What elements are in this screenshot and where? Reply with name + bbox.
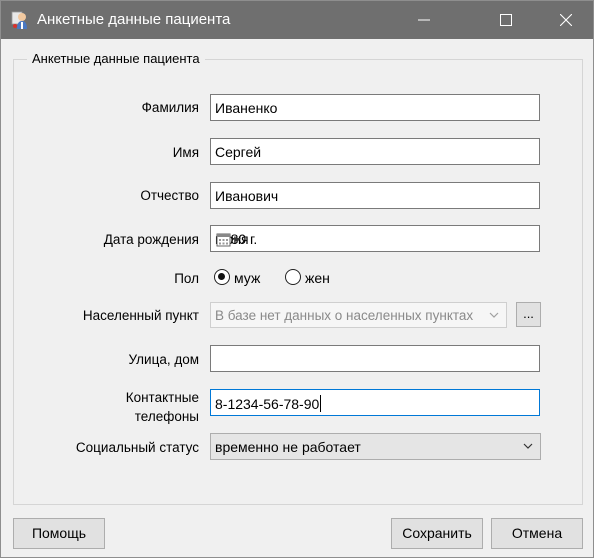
maximize-button[interactable]	[483, 1, 529, 39]
doctor-icon	[11, 10, 31, 30]
last-name-label: Фамилия	[141, 100, 199, 115]
patronymic-value: Иванович	[215, 188, 279, 204]
chevron-down-icon	[523, 443, 533, 449]
last-name-value: Иваненко	[215, 100, 278, 116]
gender-female-label[interactable]: жен	[305, 270, 330, 286]
first-name-label: Имя	[172, 145, 199, 160]
locality-placeholder: В базе нет данных о населенных пунктах	[215, 308, 474, 323]
calendar-icon	[216, 233, 241, 247]
phones-value: 8-1234-56-78-90	[215, 396, 320, 412]
group-title: Анкетные данные пациента	[27, 51, 205, 66]
gender-label: Пол	[174, 271, 199, 286]
save-button[interactable]: Сохранить	[391, 518, 483, 549]
gender-male-radio[interactable]	[214, 269, 230, 285]
close-icon	[560, 14, 572, 26]
patronymic-label: Отчество	[140, 188, 199, 203]
first-name-value: Сергей	[215, 144, 262, 160]
street-label: Улица, дом	[128, 352, 200, 367]
cancel-button[interactable]: Отмена	[491, 518, 583, 549]
phones-label: Контактные телефоны	[126, 388, 199, 426]
gender-female-radio[interactable]	[285, 269, 301, 285]
radio-selected-dot	[218, 273, 225, 280]
help-button[interactable]: Помощь	[13, 518, 105, 549]
phones-label-line2: телефоны	[134, 409, 199, 424]
locality-label: Населенный пункт	[82, 308, 199, 323]
chevron-down-icon	[489, 312, 499, 318]
gender-male-label[interactable]: муж	[234, 270, 260, 286]
close-button[interactable]	[543, 1, 589, 39]
patronymic-input[interactable]: Иванович	[210, 182, 540, 209]
birth-date-label: Дата рождения	[103, 232, 199, 247]
patient-form-window: Анкетные данные пациента Анкетные данные…	[0, 0, 594, 558]
minimize-icon	[418, 19, 430, 21]
social-status-value: временно не работает	[215, 439, 361, 455]
social-status-label: Социальный статус	[75, 440, 199, 455]
maximize-icon	[500, 14, 512, 26]
text-caret	[320, 395, 322, 412]
title-bar[interactable]: Анкетные данные пациента	[1, 1, 593, 39]
street-input[interactable]	[210, 345, 540, 372]
last-name-input[interactable]: Иваненко	[210, 94, 540, 121]
social-status-select[interactable]: временно не работает	[210, 433, 541, 460]
first-name-input[interactable]: Сергей	[210, 138, 540, 165]
window-title: Анкетные данные пациента	[37, 11, 231, 28]
phones-input[interactable]: 8-1234-56-78-90	[210, 389, 540, 416]
locality-browse-button[interactable]: ...	[516, 302, 541, 327]
locality-select: В базе нет данных о населенных пунктах	[210, 302, 507, 328]
minimize-button[interactable]	[401, 1, 447, 39]
birth-date-picker[interactable]: 12 июня 1980 г.	[210, 225, 540, 252]
calendar-dropdown-button[interactable]	[215, 231, 243, 249]
phones-value-wrap: 8-1234-56-78-90	[215, 395, 322, 412]
phones-label-line1: Контактные	[125, 390, 199, 405]
